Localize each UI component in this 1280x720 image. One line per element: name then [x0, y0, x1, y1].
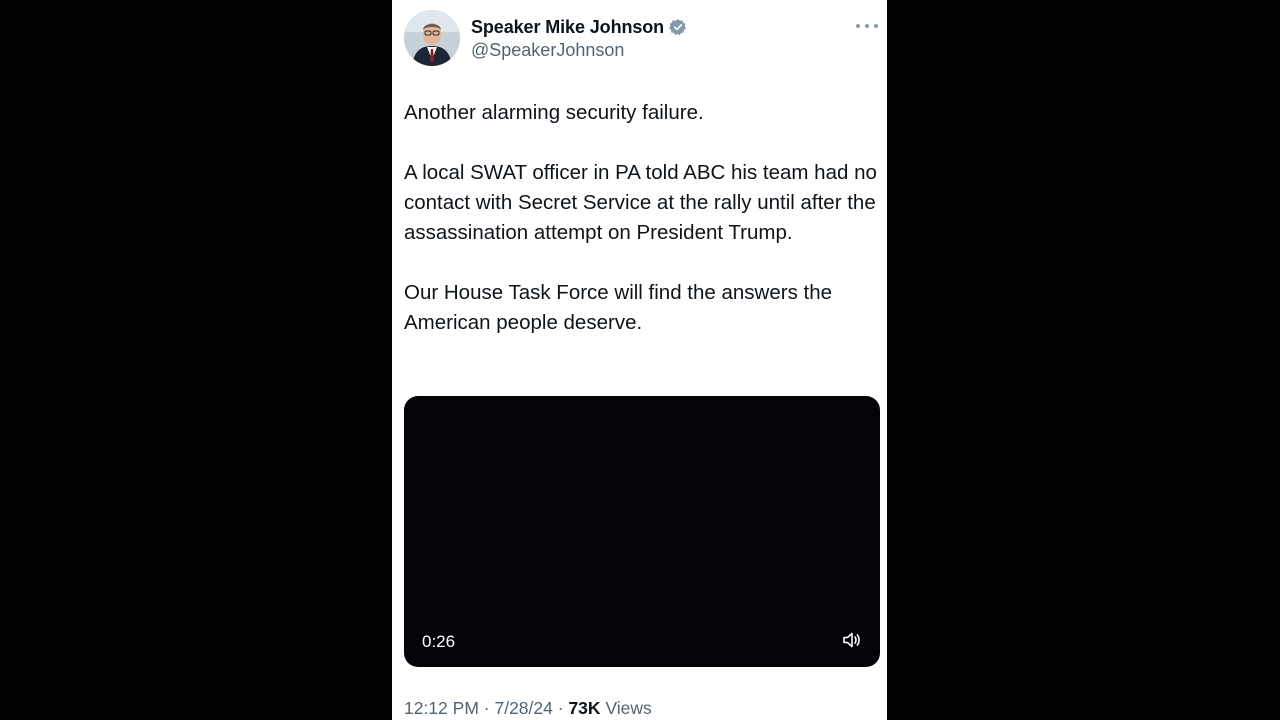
meta-separator: ·: [557, 698, 564, 718]
more-horizontal-icon: [856, 24, 860, 28]
author-display-name[interactable]: Speaker Mike Johnson: [471, 17, 664, 38]
tweet-date[interactable]: 7/28/24: [494, 698, 552, 718]
tweet-paragraph: Our House Task Force will find the answe…: [404, 281, 833, 334]
tweet-paragraph: A local SWAT officer in PA told ABC his …: [404, 161, 877, 244]
volume-icon[interactable]: [843, 632, 861, 648]
avatar[interactable]: [404, 10, 460, 66]
meta-separator: ·: [483, 698, 490, 718]
author-handle[interactable]: @SpeakerJohnson: [471, 40, 624, 61]
tweet-meta: 12:12 PM · 7/28/24 · 73K Views: [404, 698, 652, 719]
tweet-card: Speaker Mike Johnson @SpeakerJohnson Ano…: [392, 0, 887, 720]
tweet-text: Another alarming security failure. A loc…: [404, 98, 884, 368]
video-frame: Speaker Mike Johnson @SpeakerJohnson Ano…: [0, 0, 1280, 720]
verified-badge-icon: [669, 18, 687, 36]
avatar-image: [404, 10, 460, 66]
author-name-row[interactable]: Speaker Mike Johnson: [471, 14, 687, 40]
views-count[interactable]: 73K: [568, 698, 600, 718]
views-label: Views: [605, 698, 652, 718]
more-horizontal-icon: [865, 24, 869, 28]
more-horizontal-icon: [874, 24, 878, 28]
tweet-time[interactable]: 12:12 PM: [404, 698, 479, 718]
tweet-paragraph: Another alarming security failure.: [404, 101, 704, 124]
video-player[interactable]: 0:26: [404, 396, 880, 667]
video-duration: 0:26: [422, 632, 456, 651]
more-options-button[interactable]: [856, 18, 878, 34]
